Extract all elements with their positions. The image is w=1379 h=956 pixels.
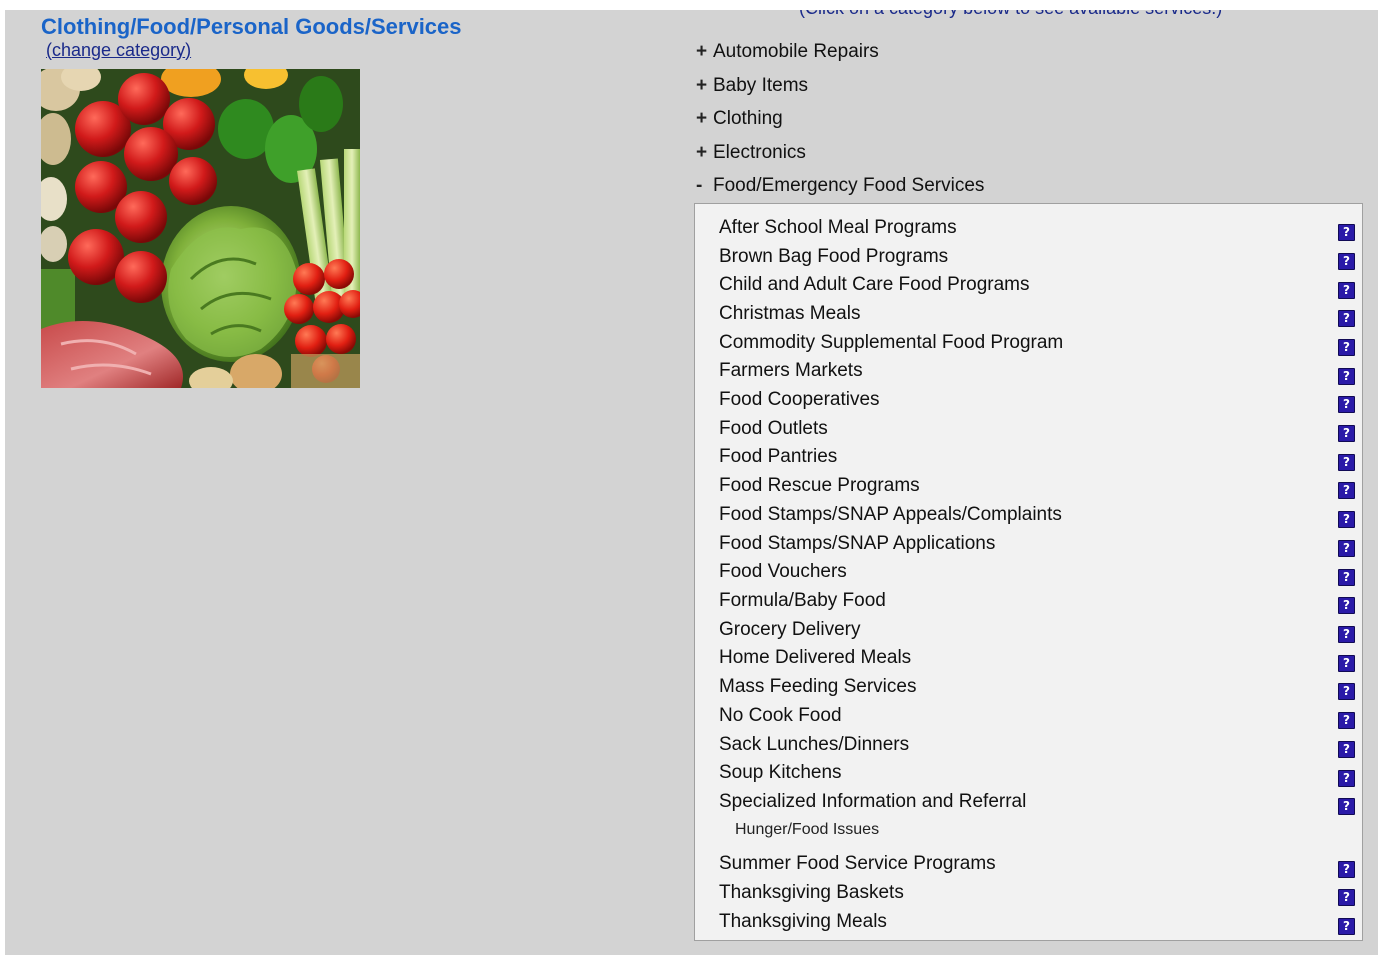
subcategory-summer-food-service-programs[interactable]: Summer Food Service Programs <box>719 853 996 875</box>
help-icon[interactable]: ? <box>1338 655 1355 672</box>
change-close-paren: ) <box>185 40 192 60</box>
produce-illustration <box>41 69 360 388</box>
help-icon[interactable]: ? <box>1338 626 1355 643</box>
category-label: Electronics <box>713 142 806 163</box>
subcategory-mass-feeding-services[interactable]: Mass Feeding Services <box>719 676 916 698</box>
subcategory-formula-baby-food[interactable]: Formula/Baby Food <box>719 590 886 612</box>
expand-plus-icon[interactable]: + <box>696 108 713 130</box>
subcategory-food-stamps-snap-appeals-complaints[interactable]: Food Stamps/SNAP Appeals/Complaints <box>719 504 1062 526</box>
expand-plus-icon[interactable]: + <box>696 41 713 63</box>
subcategory-food-vouchers[interactable]: Food Vouchers <box>719 561 847 583</box>
help-icon[interactable]: ? <box>1338 712 1355 729</box>
change-category-label: change category <box>52 40 186 60</box>
subcategory-farmers-markets[interactable]: Farmers Markets <box>719 360 863 382</box>
collapse-minus-icon[interactable]: - <box>696 175 713 197</box>
instructions-text: (Click on a category below to see availa… <box>799 10 1222 19</box>
subcategory-food-pantries[interactable]: Food Pantries <box>719 446 837 468</box>
subcategory-thanksgiving-meals[interactable]: Thanksgiving Meals <box>719 911 887 933</box>
category-food-emergency-food-services[interactable]: - Food/Emergency Food Services <box>696 175 984 197</box>
produce-image <box>41 69 360 388</box>
category-baby-items[interactable]: + Baby Items <box>696 75 808 97</box>
category-label: Clothing <box>713 108 783 129</box>
help-icon[interactable]: ? <box>1338 425 1355 442</box>
expand-plus-icon[interactable]: + <box>696 142 713 164</box>
subcategory-panel: After School Meal Programs ? Brown Bag F… <box>694 203 1363 941</box>
subcategory-home-delivered-meals[interactable]: Home Delivered Meals <box>719 647 911 669</box>
category-title: Clothing/Food/Personal Goods/Services <box>41 14 462 39</box>
help-icon[interactable]: ? <box>1338 918 1355 935</box>
subcategory-soup-kitchens[interactable]: Soup Kitchens <box>719 762 842 784</box>
help-icon[interactable]: ? <box>1338 454 1355 471</box>
subcategory-christmas-meals[interactable]: Christmas Meals <box>719 303 860 325</box>
help-icon[interactable]: ? <box>1338 224 1355 241</box>
subcategory-sack-lunches-dinners[interactable]: Sack Lunches/Dinners <box>719 734 909 756</box>
help-icon[interactable]: ? <box>1338 482 1355 499</box>
help-icon[interactable]: ? <box>1338 889 1355 906</box>
help-icon[interactable]: ? <box>1338 396 1355 413</box>
subcategory-note: Hunger/Food Issues <box>735 821 880 838</box>
subcategory-thanksgiving-baskets[interactable]: Thanksgiving Baskets <box>719 882 904 904</box>
help-icon[interactable]: ? <box>1338 310 1355 327</box>
subcategory-after-school-meal-programs[interactable]: After School Meal Programs <box>719 217 957 239</box>
subcategory-child-and-adult-care-food-programs[interactable]: Child and Adult Care Food Programs <box>719 274 1030 296</box>
help-icon[interactable]: ? <box>1338 339 1355 356</box>
subcategory-specialized-information-and-referral[interactable]: Specialized Information and Referral <box>719 791 1026 813</box>
help-icon[interactable]: ? <box>1338 253 1355 270</box>
help-icon[interactable]: ? <box>1338 569 1355 586</box>
help-icon[interactable]: ? <box>1338 798 1355 815</box>
help-icon[interactable]: ? <box>1338 741 1355 758</box>
category-label: Food/Emergency Food Services <box>713 175 985 196</box>
help-icon[interactable]: ? <box>1338 368 1355 385</box>
expand-plus-icon[interactable]: + <box>696 75 713 97</box>
subcategory-grocery-delivery[interactable]: Grocery Delivery <box>719 619 860 641</box>
category-electronics[interactable]: + Electronics <box>696 142 806 164</box>
subcategory-food-outlets[interactable]: Food Outlets <box>719 418 828 440</box>
category-automobile-repairs[interactable]: + Automobile Repairs <box>696 41 879 63</box>
subcategory-no-cook-food[interactable]: No Cook Food <box>719 705 842 727</box>
subcategory-food-stamps-snap-applications[interactable]: Food Stamps/SNAP Applications <box>719 533 995 555</box>
subcategory-brown-bag-food-programs[interactable]: Brown Bag Food Programs <box>719 246 948 268</box>
subcategory-food-rescue-programs[interactable]: Food Rescue Programs <box>719 475 920 497</box>
page: Clothing/Food/Personal Goods/Services (c… <box>5 10 1378 955</box>
category-clothing[interactable]: + Clothing <box>696 108 783 130</box>
help-icon[interactable]: ? <box>1338 770 1355 787</box>
help-icon[interactable]: ? <box>1338 511 1355 528</box>
help-icon[interactable]: ? <box>1338 282 1355 299</box>
change-category-link[interactable]: (change category) <box>46 40 191 61</box>
help-icon[interactable]: ? <box>1338 683 1355 700</box>
category-label: Automobile Repairs <box>713 41 879 62</box>
help-icon[interactable]: ? <box>1338 540 1355 557</box>
help-icon[interactable]: ? <box>1338 861 1355 878</box>
category-label: Baby Items <box>713 75 809 96</box>
subcategory-food-cooperatives[interactable]: Food Cooperatives <box>719 389 880 411</box>
subcategory-commodity-supplemental-food-program[interactable]: Commodity Supplemental Food Program <box>719 332 1063 354</box>
help-icon[interactable]: ? <box>1338 597 1355 614</box>
